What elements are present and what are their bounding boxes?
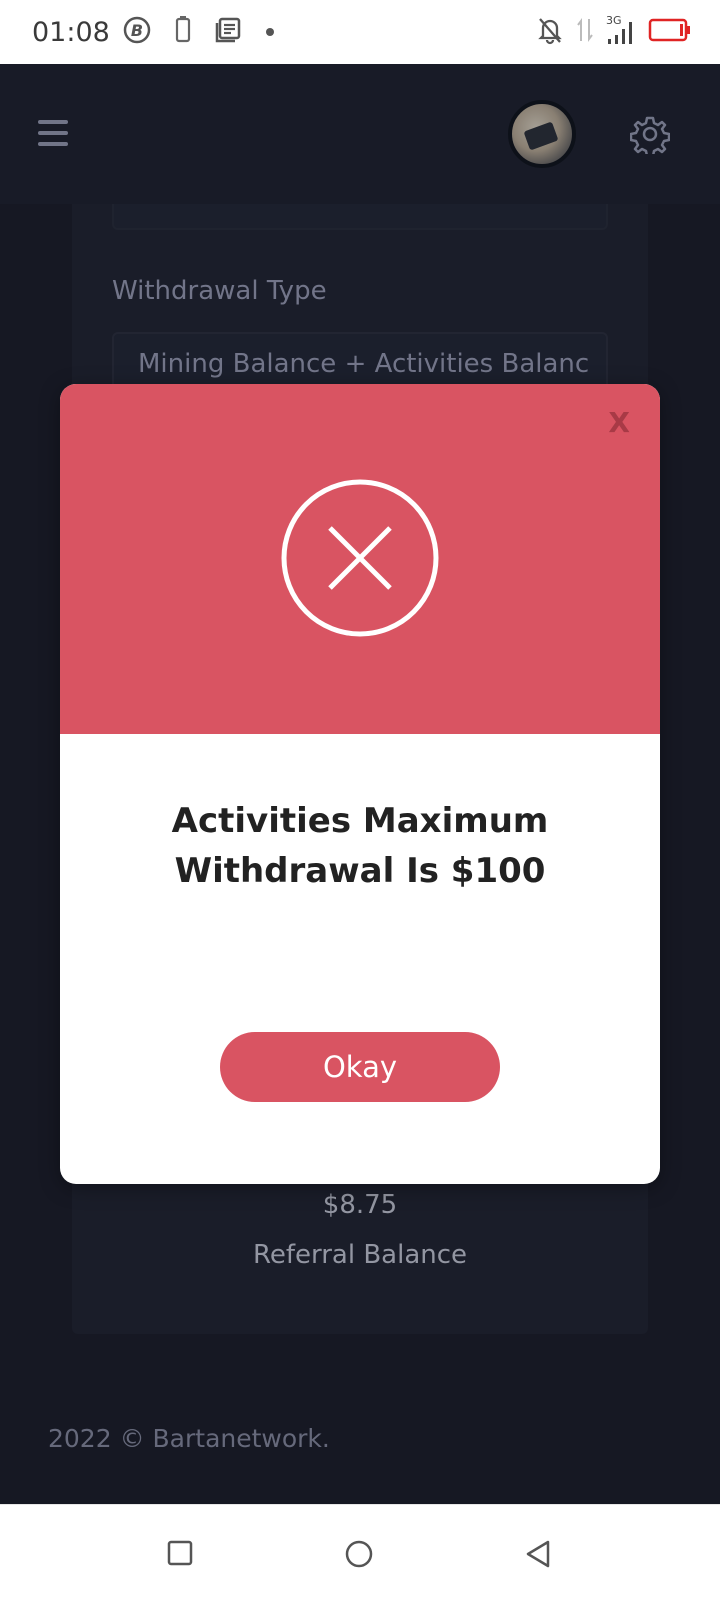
svg-text:B: B: [131, 21, 143, 40]
battery-outline-icon: [174, 15, 192, 49]
close-button[interactable]: X: [608, 406, 630, 439]
status-bar: 01:08 B 3G: [0, 0, 720, 64]
back-triangle-icon[interactable]: [524, 1539, 554, 1573]
data-arrows-icon: [576, 15, 594, 49]
status-time: 01:08: [32, 16, 110, 48]
bitcoin-icon: B: [122, 15, 152, 49]
signal-icon: 3G: [606, 14, 636, 47]
error-x-icon: [280, 478, 440, 638]
dot-icon: [264, 23, 276, 42]
recents-square-icon[interactable]: [166, 1539, 194, 1571]
modal-header: X: [60, 384, 660, 734]
status-left-icons: B: [122, 15, 276, 49]
battery-icon: [648, 17, 692, 47]
notifications-off-icon: [536, 15, 564, 49]
okay-button[interactable]: Okay: [220, 1032, 500, 1102]
news-icon: [214, 16, 242, 48]
modal-message: Activities Maximum Withdrawal Is $100: [171, 801, 549, 891]
navigation-bar: [0, 1504, 720, 1600]
home-circle-icon[interactable]: [344, 1539, 374, 1573]
error-modal: X Activities Maximum Withdrawal Is $100 …: [60, 384, 660, 1184]
network-type-label: 3G: [606, 14, 622, 27]
status-right-icons: 3G: [536, 14, 692, 49]
